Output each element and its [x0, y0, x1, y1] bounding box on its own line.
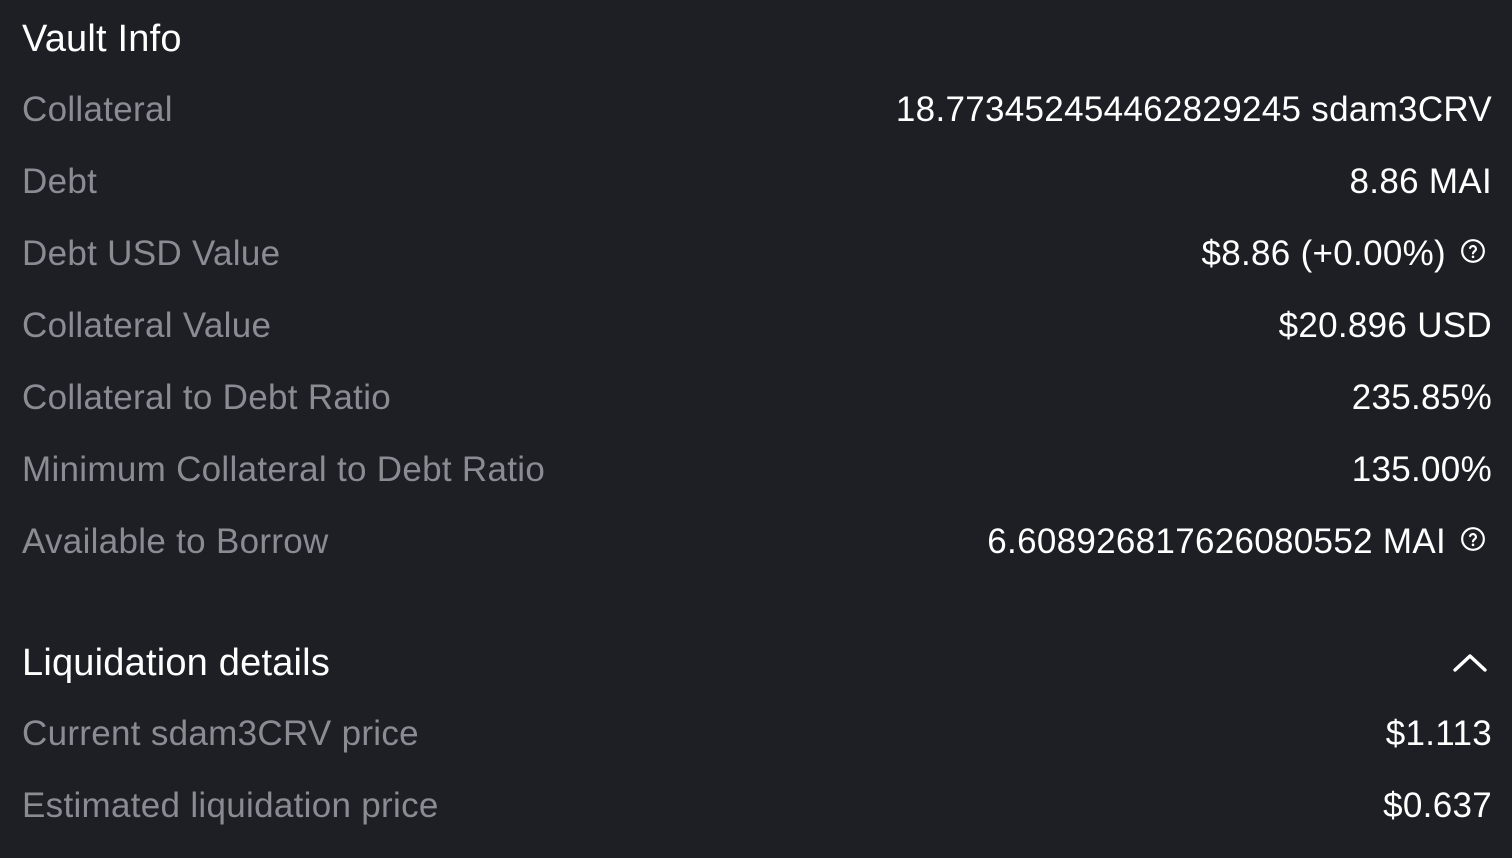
debt-usd-value: $8.86 (+0.00%) — [1201, 234, 1492, 274]
collateral-label: Collateral — [22, 90, 173, 129]
row-min-collateral-debt-ratio: Minimum Collateral to Debt Ratio 135.00% — [22, 434, 1492, 506]
debt-value: 8.86 MAI — [1350, 162, 1492, 202]
debt-amount: 8.86 MAI — [1349, 162, 1492, 201]
chevron-up-icon[interactable] — [1450, 648, 1490, 678]
available-to-borrow-value: 6.608926817626080552 MAI — [987, 522, 1492, 562]
collateral-amount: 18.773452454462829245 sdam3CRV — [895, 90, 1492, 129]
row-estimated-liquidation-price: Estimated liquidation price $0.637 — [22, 770, 1492, 842]
estimated-liquidation-price-amount: $0.637 — [1383, 786, 1492, 825]
row-collateral-value: Collateral Value $20.896 USD — [22, 290, 1492, 362]
liquidation-details-header[interactable]: Liquidation details — [22, 640, 1492, 686]
vault-info-panel: Vault Info Collateral 18.773452454462829… — [0, 0, 1512, 858]
row-current-price: Current sdam3CRV price $1.113 — [22, 698, 1492, 770]
help-circle-icon[interactable] — [1460, 238, 1486, 264]
current-price-value: $1.113 — [1386, 714, 1492, 754]
collateral-debt-ratio-amount: 235.85% — [1351, 378, 1492, 417]
vault-info-title: Vault Info — [22, 18, 182, 60]
liquidation-details-title: Liquidation details — [22, 642, 331, 684]
row-collateral-debt-ratio: Collateral to Debt Ratio 235.85% — [22, 362, 1492, 434]
help-circle-icon[interactable] — [1460, 526, 1486, 552]
estimated-liquidation-price-label: Estimated liquidation price — [22, 786, 439, 825]
available-to-borrow-label: Available to Borrow — [22, 522, 329, 561]
debt-label: Debt — [22, 162, 98, 201]
debt-usd-value-label: Debt USD Value — [22, 234, 281, 273]
row-collateral: Collateral 18.773452454462829245 sdam3CR… — [22, 74, 1492, 146]
collateral-debt-ratio-value: 235.85% — [1352, 378, 1492, 418]
row-debt: Debt 8.86 MAI — [22, 146, 1492, 218]
collateral-debt-ratio-label: Collateral to Debt Ratio — [22, 378, 392, 417]
min-collateral-debt-ratio-amount: 135.00% — [1351, 450, 1492, 489]
collateral-usd-amount: $20.896 — [1278, 306, 1408, 345]
collateral-value-amount: $20.896 USD — [1279, 306, 1492, 346]
available-to-borrow-amount: 6.608926817626080552 MAI — [987, 522, 1446, 561]
current-price-label: Current sdam3CRV price — [22, 714, 419, 753]
vault-info-list: Collateral 18.773452454462829245 sdam3CR… — [22, 74, 1492, 578]
min-collateral-debt-ratio-label: Minimum Collateral to Debt Ratio — [22, 450, 546, 489]
liquidation-details-list: Current sdam3CRV price $1.113 Estimated … — [22, 698, 1492, 842]
collateral-value: 18.773452454462829245 sdam3CRV — [896, 90, 1492, 130]
current-price-amount: $1.113 — [1385, 714, 1492, 753]
estimated-liquidation-price-value: $0.637 — [1383, 786, 1492, 826]
min-collateral-debt-ratio-value: 135.00% — [1352, 450, 1492, 490]
collateral-value-unit: USD — [1417, 306, 1492, 345]
collateral-value-label: Collateral Value — [22, 306, 272, 345]
row-available-to-borrow: Available to Borrow 6.608926817626080552… — [22, 506, 1492, 578]
debt-usd-amount: $8.86 (+0.00%) — [1201, 234, 1446, 273]
row-debt-usd-value: Debt USD Value $8.86 (+0.00%) — [22, 218, 1492, 290]
